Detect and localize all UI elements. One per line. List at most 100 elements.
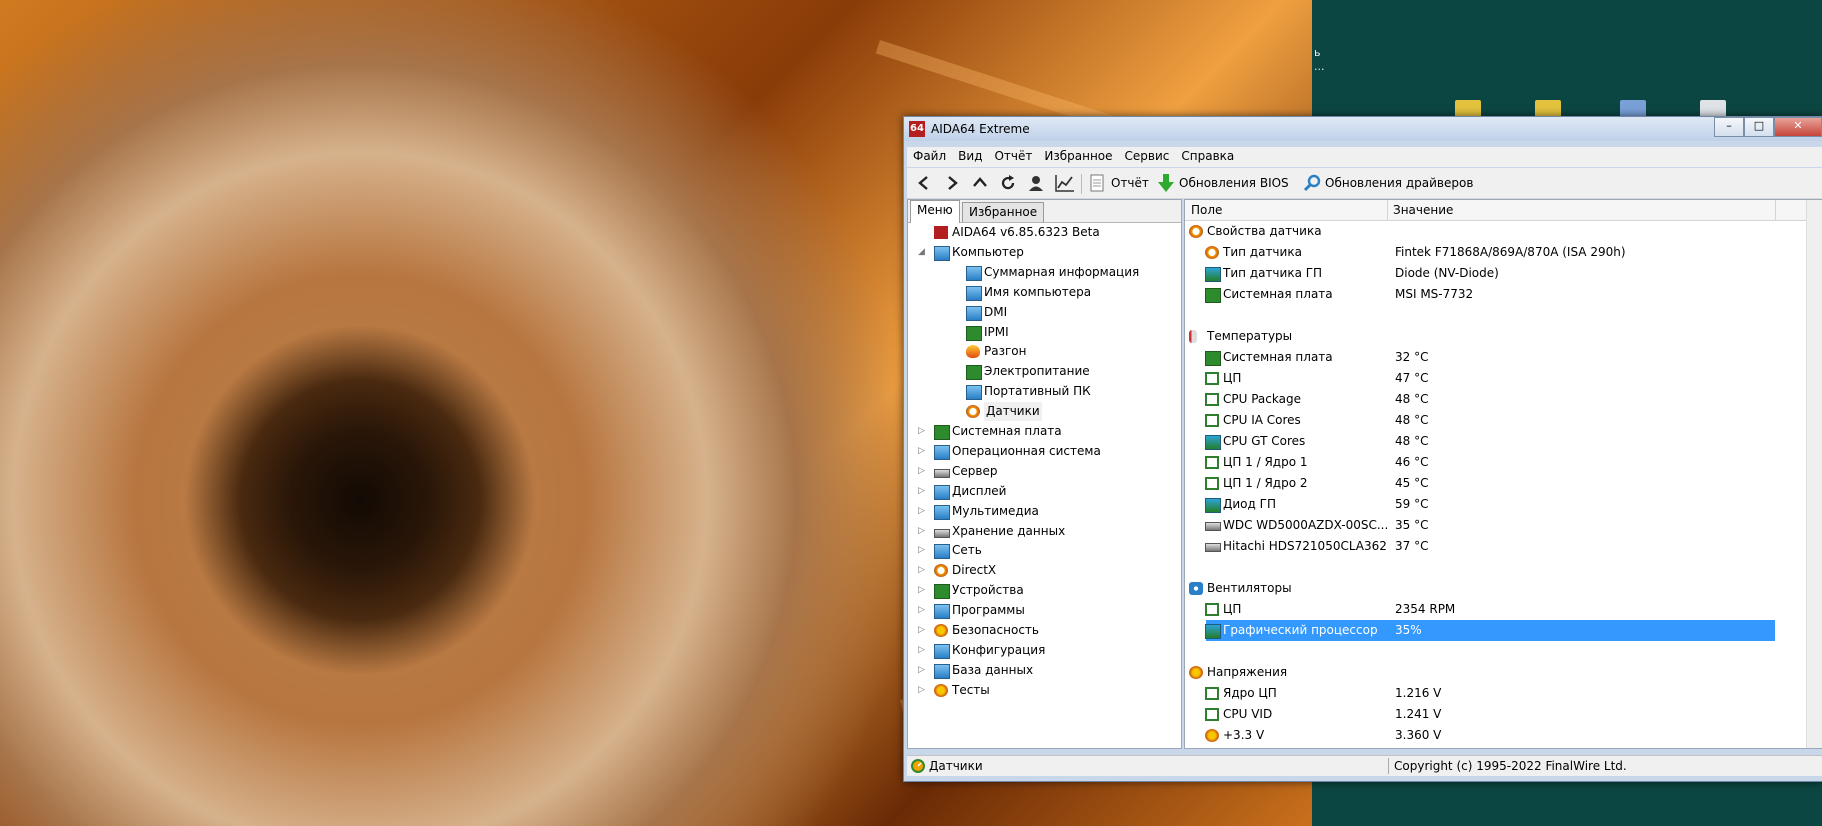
sensor-row[interactable]: Hitachi HDS721050CLA362 37 °C bbox=[1185, 536, 1775, 557]
menu-help[interactable]: Справка bbox=[1175, 147, 1240, 163]
minimize-button[interactable]: – bbox=[1714, 117, 1744, 137]
sensor-row[interactable]: CPU IA Cores 48 °C bbox=[1185, 410, 1775, 431]
menu-favorites[interactable]: Избранное bbox=[1038, 147, 1118, 163]
tree-item[interactable]: ▷ Хранение данных bbox=[908, 522, 1176, 541]
tree-item[interactable]: ▷ Конфигурация bbox=[908, 641, 1176, 660]
menu-service[interactable]: Сервис bbox=[1119, 147, 1176, 163]
sensor-row[interactable]: Системная плата MSI MS-7732 bbox=[1185, 284, 1775, 305]
tree-item[interactable]: ▷ DirectX bbox=[908, 561, 1176, 580]
refresh-button[interactable] bbox=[999, 172, 1017, 194]
sensor-row[interactable]: +3.3 V 3.360 V bbox=[1185, 725, 1775, 746]
expand-arrow-icon[interactable]: ◢ bbox=[918, 243, 925, 262]
bios-update-label: Обновления BIOS bbox=[1179, 176, 1289, 190]
tree-item[interactable]: ▷ Сеть bbox=[908, 541, 1176, 560]
sensor-row[interactable]: ЦП 1 / Ядро 1 46 °C bbox=[1185, 452, 1775, 473]
tree-item[interactable]: Портативный ПК bbox=[908, 382, 1176, 401]
up-button[interactable] bbox=[971, 172, 989, 194]
sensor-group-header[interactable]: Температуры bbox=[1185, 326, 1775, 347]
tree-item[interactable]: AIDA64 v6.85.6323 Beta bbox=[908, 223, 1176, 242]
back-button[interactable] bbox=[915, 172, 933, 194]
tree-item-label: Компьютер bbox=[952, 244, 1024, 259]
tree-item[interactable]: Имя компьютера bbox=[908, 283, 1176, 302]
vertical-scrollbar[interactable] bbox=[1806, 200, 1822, 748]
sensor-row[interactable]: Системная плата 32 °C bbox=[1185, 347, 1775, 368]
maximize-button[interactable]: □ bbox=[1744, 117, 1774, 137]
tree-item[interactable]: ▷ Устройства bbox=[908, 581, 1176, 600]
sensor-value: Diode (NV-Diode) bbox=[1395, 266, 1499, 280]
sensor-group-header[interactable]: Вентиляторы bbox=[1185, 578, 1775, 599]
forward-button[interactable] bbox=[943, 172, 961, 194]
sensor-row[interactable]: CPU VID 1.241 V bbox=[1185, 704, 1775, 725]
tree-item[interactable]: ▷ Дисплей bbox=[908, 482, 1176, 501]
database-icon bbox=[934, 663, 950, 679]
expand-arrow-icon[interactable]: ▷ bbox=[918, 462, 925, 481]
column-field-header[interactable]: Поле bbox=[1191, 203, 1222, 217]
column-header: Поле Значение bbox=[1185, 200, 1822, 221]
expand-arrow-icon[interactable]: ▷ bbox=[918, 621, 925, 640]
tree-item[interactable]: ▷ Тесты bbox=[908, 681, 1176, 700]
tree-item[interactable]: ▷ Мультимедиа bbox=[908, 502, 1176, 521]
sensor-row[interactable]: ЦП 47 °C bbox=[1185, 368, 1775, 389]
sensor-row[interactable]: ЦП 2354 RPM bbox=[1185, 599, 1775, 620]
tree-item[interactable]: Электропитание bbox=[908, 362, 1176, 381]
title-bar[interactable]: 64 AIDA64 Extreme – □ ✕ bbox=[904, 117, 1822, 141]
expand-arrow-icon[interactable]: ▷ bbox=[918, 502, 925, 521]
tree-item[interactable]: ▷ Операционная система bbox=[908, 442, 1176, 461]
expand-arrow-icon[interactable]: ▷ bbox=[918, 561, 925, 580]
sensor-row[interactable]: Диод ГП 59 °C bbox=[1185, 494, 1775, 515]
download-arrow-icon bbox=[1158, 174, 1174, 192]
sensor-row[interactable]: ЦП 1 / Ядро 2 45 °C bbox=[1185, 473, 1775, 494]
sensor-row[interactable]: Графический процессор 35% bbox=[1205, 620, 1775, 641]
sensor-row[interactable]: CPU GT Cores 48 °C bbox=[1185, 431, 1775, 452]
close-button[interactable]: ✕ bbox=[1774, 117, 1822, 137]
expand-arrow-icon[interactable]: ▷ bbox=[918, 482, 925, 501]
expand-arrow-icon[interactable]: ▷ bbox=[918, 522, 925, 541]
expand-arrow-icon[interactable]: ▷ bbox=[918, 601, 925, 620]
expand-arrow-icon[interactable]: ▷ bbox=[918, 661, 925, 680]
menu-report[interactable]: Отчёт bbox=[988, 147, 1038, 163]
hdd-icon bbox=[1205, 543, 1221, 552]
report-button[interactable]: Отчёт bbox=[1089, 172, 1149, 194]
tree-item[interactable]: ▷ Безопасность bbox=[908, 621, 1176, 640]
tree-item[interactable]: ▷ Программы bbox=[908, 601, 1176, 620]
tree-item[interactable]: Разгон bbox=[908, 342, 1176, 361]
monitor-icon bbox=[966, 285, 982, 301]
benchmark-button[interactable] bbox=[1055, 172, 1075, 194]
tree-item[interactable]: Суммарная информация bbox=[908, 263, 1176, 282]
expand-arrow-icon[interactable]: ▷ bbox=[918, 541, 925, 560]
sensor-row[interactable]: Тип датчика Fintek F71868A/869A/870A (ISA… bbox=[1185, 242, 1775, 263]
tree-item[interactable]: ▷ База данных bbox=[908, 661, 1176, 680]
sensor-field: WDC WD5000AZDX-00SC... bbox=[1223, 518, 1389, 532]
sensor-row[interactable]: CPU Package 48 °C bbox=[1185, 389, 1775, 410]
tab-favorites[interactable]: Избранное bbox=[962, 202, 1045, 222]
sensor-group-header[interactable]: Напряжения bbox=[1185, 662, 1775, 683]
expand-arrow-icon[interactable]: ▷ bbox=[918, 442, 925, 461]
tab-menu[interactable]: Меню bbox=[910, 200, 960, 223]
tree-item[interactable]: Датчики bbox=[908, 402, 1176, 422]
column-value-header[interactable]: Значение bbox=[1393, 203, 1453, 217]
tree-item[interactable]: ▷ Системная плата bbox=[908, 422, 1176, 441]
tree-item-label: AIDA64 v6.85.6323 Beta bbox=[952, 225, 1100, 239]
expand-arrow-icon[interactable]: ▷ bbox=[918, 641, 925, 660]
tree-item[interactable]: ▷ Сервер bbox=[908, 462, 1176, 481]
expand-arrow-icon[interactable]: ▷ bbox=[918, 581, 925, 600]
sensor-group-header[interactable]: Свойства датчика bbox=[1185, 221, 1775, 242]
bios-update-button[interactable]: Обновления BIOS bbox=[1157, 172, 1289, 194]
sensor-row[interactable]: Ядро ЦП 1.216 V bbox=[1185, 683, 1775, 704]
user-button[interactable] bbox=[1027, 172, 1045, 194]
chip-icon bbox=[1205, 456, 1219, 469]
tree-item[interactable]: IPMI bbox=[908, 323, 1176, 342]
sensor-field: +3.3 V bbox=[1223, 728, 1265, 742]
tree-item[interactable]: DMI bbox=[908, 303, 1176, 322]
sensor-row[interactable]: Тип датчика ГП Diode (NV-Diode) bbox=[1185, 263, 1775, 284]
menu-view[interactable]: Вид bbox=[952, 147, 988, 163]
sensor-field: ЦП 1 / Ядро 2 bbox=[1223, 476, 1308, 490]
tree-item[interactable]: ◢ Компьютер bbox=[908, 243, 1176, 262]
expand-arrow-icon[interactable]: ▷ bbox=[918, 681, 925, 700]
sensor-row[interactable]: WDC WD5000AZDX-00SC... 35 °C bbox=[1185, 515, 1775, 536]
sensor-field: Тип датчика ГП bbox=[1223, 266, 1323, 280]
driver-update-button[interactable]: Обновления драйверов bbox=[1303, 172, 1473, 194]
expand-arrow-icon[interactable]: ▷ bbox=[918, 422, 925, 441]
menu-file[interactable]: Файл bbox=[907, 147, 952, 163]
tree-item-label: Суммарная информация bbox=[984, 264, 1140, 279]
